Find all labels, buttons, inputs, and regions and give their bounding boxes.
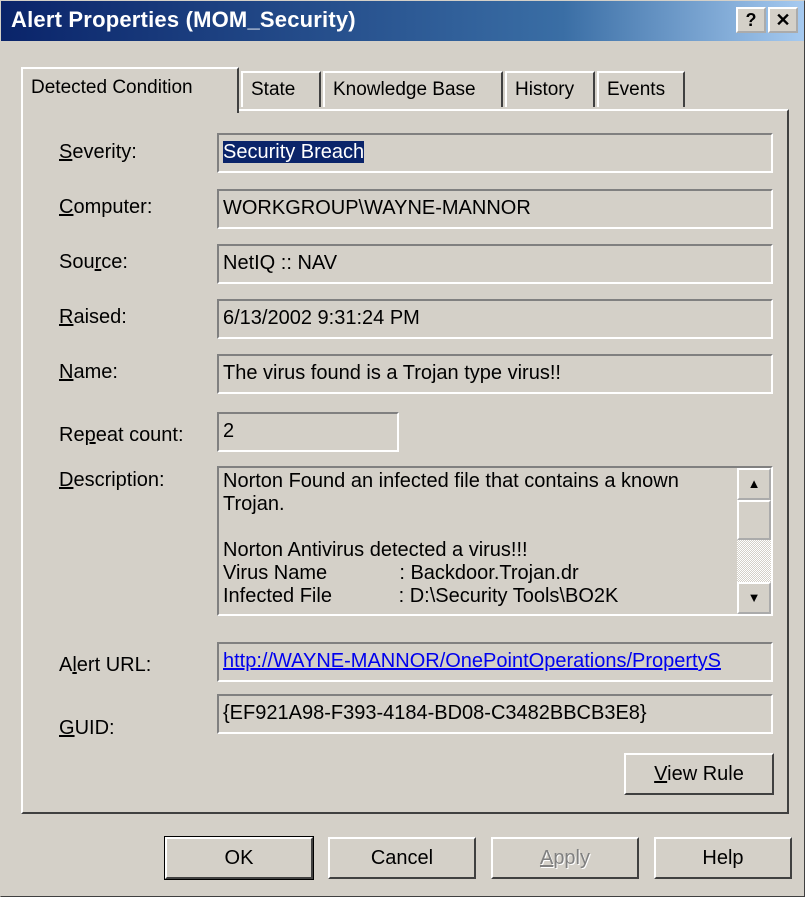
tab-events[interactable]: Events [597, 71, 685, 107]
cancel-button[interactable]: Cancel [328, 837, 476, 879]
ok-button[interactable]: OK [164, 836, 314, 880]
description-textarea[interactable]: Norton Found an infected file that conta… [217, 466, 773, 616]
tab-knowledge-base[interactable]: Knowledge Base [323, 71, 503, 107]
tab-detected-condition[interactable]: Detected Condition [21, 67, 239, 113]
name-label: Name: [59, 361, 118, 383]
apply-button[interactable]: Apply [491, 837, 639, 879]
source-label: Source: [59, 251, 128, 273]
guid-field[interactable]: {EF921A98-F393-4184-BD08-C3482BBCB3E8} [217, 694, 773, 734]
severity-value: Security Breach [223, 141, 365, 163]
view-rule-button[interactable]: View Rule [624, 753, 774, 795]
detected-condition-panel: Severity: Security Breach Computer: WORK… [21, 109, 789, 814]
close-icon[interactable]: ✕ [768, 7, 798, 33]
description-text: Norton Found an infected file that conta… [223, 470, 679, 607]
help-title-button[interactable]: ? [736, 7, 766, 33]
alert-properties-dialog: Alert Properties (MOM_Security) ? ✕ Dete… [0, 0, 805, 897]
scroll-up-icon[interactable]: ▲ [737, 468, 771, 500]
source-field[interactable]: NetIQ :: NAV [217, 244, 773, 284]
tab-history[interactable]: History [505, 71, 595, 107]
repeat-count-field[interactable]: 2 [217, 412, 399, 452]
tab-state[interactable]: State [241, 71, 321, 107]
raised-label: Raised: [59, 306, 127, 328]
alert-url-field[interactable]: http://WAYNE-MANNOR/OnePointOperations/P… [217, 642, 773, 682]
alert-url-label: Alert URL: [59, 654, 152, 676]
guid-label: GUID: [59, 717, 115, 739]
scroll-thumb[interactable] [737, 500, 771, 540]
name-field[interactable]: The virus found is a Trojan type virus!! [217, 354, 773, 394]
alert-url-link[interactable]: http://WAYNE-MANNOR/OnePointOperations/P… [223, 650, 721, 672]
computer-field[interactable]: WORKGROUP\WAYNE-MANNOR [217, 189, 773, 229]
title-bar: Alert Properties (MOM_Security) ? ✕ [1, 1, 804, 41]
severity-field[interactable]: Security Breach [217, 133, 773, 173]
description-scrollbar[interactable]: ▲ ▼ [737, 468, 771, 614]
window-title: Alert Properties (MOM_Security) [11, 7, 356, 32]
severity-label: Severity: [59, 141, 137, 163]
repeat-count-label: Repeat count: [59, 424, 184, 446]
help-button[interactable]: Help [654, 837, 792, 879]
computer-label: Computer: [59, 196, 153, 218]
scroll-down-icon[interactable]: ▼ [737, 582, 771, 614]
raised-field[interactable]: 6/13/2002 9:31:24 PM [217, 299, 773, 339]
description-label: Description: [59, 469, 165, 491]
